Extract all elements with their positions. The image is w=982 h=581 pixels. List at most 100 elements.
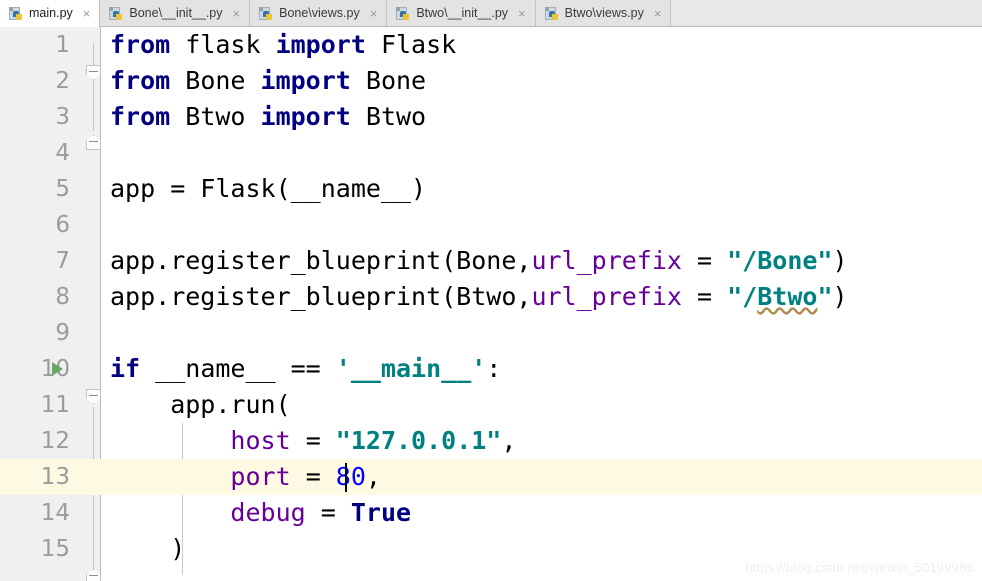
token-keyword: from bbox=[110, 30, 171, 59]
code-editor[interactable]: 1 from flask import Flask 2 from Bone im… bbox=[0, 27, 982, 581]
token-name: Flask bbox=[365, 30, 457, 59]
token-call: app.register_blueprint(Bone, bbox=[110, 246, 532, 275]
code-line-row[interactable]: 4 bbox=[0, 135, 982, 171]
token-module: Btwo bbox=[170, 102, 261, 131]
line-number: 2 bbox=[55, 68, 70, 94]
code-lines: 1 from flask import Flask 2 from Bone im… bbox=[0, 27, 982, 581]
code-line-row[interactable]: 7 app.register_blueprint(Bone,url_prefix… bbox=[0, 243, 982, 279]
token-name: __name__ == bbox=[140, 354, 336, 383]
editor-tab-bar: main.py × Bone\__init__.py × Bone\views.… bbox=[0, 0, 982, 27]
token-string: '__main__' bbox=[335, 354, 487, 383]
code-text: app = Flask(__name__) bbox=[110, 174, 427, 203]
token-string: "/Btwo" bbox=[727, 282, 833, 311]
code-text: from Bone import Bone bbox=[110, 63, 426, 99]
python-file-icon bbox=[396, 6, 411, 21]
tab-btwo-init-py[interactable]: Btwo\__init__.py × bbox=[387, 0, 536, 26]
token-named-arg: debug bbox=[230, 498, 306, 527]
line-number: 12 bbox=[40, 428, 70, 454]
code-text: debug = True bbox=[110, 495, 411, 531]
line-number: 15 bbox=[40, 536, 70, 562]
token-keyword: import bbox=[275, 30, 366, 59]
tab-label: Btwo\views.py bbox=[564, 5, 644, 20]
line-number: 8 bbox=[55, 284, 70, 310]
code-text: from flask import Flask bbox=[110, 27, 456, 63]
token-paren: ) bbox=[832, 282, 848, 311]
python-file-icon bbox=[9, 6, 24, 21]
tab-label: Bone\views.py bbox=[279, 5, 360, 20]
tab-label: Btwo\__init__.py bbox=[416, 5, 509, 20]
token-keyword: if bbox=[110, 354, 141, 383]
token-named-arg: url_prefix bbox=[531, 246, 682, 275]
python-file-icon bbox=[109, 6, 124, 21]
code-text: ) bbox=[110, 534, 186, 563]
token-keyword: import bbox=[260, 102, 351, 131]
code-line-row[interactable]: 11 app.run( bbox=[0, 387, 982, 423]
token-operator: = bbox=[290, 426, 336, 455]
code-line-row[interactable]: 10 if __name__ == '__main__': bbox=[0, 351, 982, 387]
close-icon[interactable]: × bbox=[368, 7, 380, 20]
tab-label: main.py bbox=[29, 5, 73, 20]
token-module: flask bbox=[170, 30, 276, 59]
code-line-row[interactable]: 5 app = Flask(__name__) bbox=[0, 171, 982, 207]
code-line-row[interactable]: 14 debug = True bbox=[0, 495, 982, 531]
tab-bone-init-py[interactable]: Bone\__init__.py × bbox=[100, 0, 251, 26]
token-comma: , bbox=[501, 426, 517, 455]
close-icon[interactable]: × bbox=[652, 7, 664, 20]
line-number: 11 bbox=[40, 392, 70, 418]
token-keyword: from bbox=[110, 66, 171, 95]
python-file-icon bbox=[259, 6, 274, 21]
code-line-row[interactable]: 12 host = "127.0.0.1", bbox=[0, 423, 982, 459]
tab-bone-views-py[interactable]: Bone\views.py × bbox=[250, 0, 388, 26]
watermark: https://blog.csdn.net/weixin_50199986 bbox=[745, 560, 974, 575]
token-comma: , bbox=[365, 462, 381, 491]
code-line-row[interactable]: 6 bbox=[0, 207, 982, 243]
token-operator: = bbox=[290, 462, 336, 491]
code-line-row[interactable]: 3 from Btwo import Btwo bbox=[0, 99, 982, 135]
code-text: port = 80, bbox=[110, 459, 381, 495]
line-number: 9 bbox=[55, 320, 70, 346]
tab-label: Bone\__init__.py bbox=[129, 5, 223, 20]
tab-bar-empty-space bbox=[671, 0, 982, 26]
run-gutter-icon[interactable] bbox=[52, 362, 63, 376]
line-number: 13 bbox=[40, 464, 70, 490]
code-text: host = "127.0.0.1", bbox=[110, 423, 516, 459]
token-named-arg: port bbox=[230, 462, 291, 491]
token-operator: = bbox=[681, 282, 728, 311]
code-line-row[interactable]: 9 bbox=[0, 315, 982, 351]
token-string: "127.0.0.1" bbox=[335, 426, 502, 455]
code-text: app.register_blueprint(Bone,url_prefix =… bbox=[110, 243, 848, 279]
code-line-row[interactable]: 2 from Bone import Bone bbox=[0, 63, 982, 99]
text-cursor bbox=[345, 463, 347, 492]
token-name: Bone bbox=[350, 66, 427, 95]
code-text: app.run( bbox=[110, 390, 291, 419]
line-number: 1 bbox=[55, 32, 70, 58]
token-string: "/Bone" bbox=[727, 246, 833, 275]
line-number: 7 bbox=[55, 248, 70, 274]
token-operator: = bbox=[305, 498, 351, 527]
close-icon[interactable]: × bbox=[231, 7, 243, 20]
line-number: 14 bbox=[40, 500, 70, 526]
python-file-icon bbox=[544, 6, 560, 21]
line-number: 5 bbox=[55, 176, 70, 202]
token-keyword: from bbox=[110, 102, 171, 131]
token-keyword: True bbox=[350, 498, 412, 527]
token-operator: = bbox=[681, 246, 728, 275]
code-text: app.register_blueprint(Btwo,url_prefix =… bbox=[110, 279, 848, 315]
tab-btwo-views-py[interactable]: Btwo\views.py × bbox=[535, 0, 672, 26]
token-paren: ) bbox=[832, 246, 848, 275]
token-named-arg: host bbox=[230, 426, 291, 455]
token-module: Bone bbox=[170, 66, 261, 95]
code-line-row[interactable]: 8 app.register_blueprint(Btwo,url_prefix… bbox=[0, 279, 982, 315]
token-call: app.register_blueprint(Btwo, bbox=[110, 282, 532, 311]
line-number: 6 bbox=[55, 212, 70, 238]
code-line-row[interactable]: 1 from flask import Flask bbox=[0, 27, 982, 63]
close-icon[interactable]: × bbox=[81, 7, 93, 20]
line-number: 3 bbox=[55, 104, 70, 130]
token-colon: : bbox=[486, 354, 502, 383]
tab-main-py[interactable]: main.py × bbox=[0, 0, 101, 27]
code-line-row-current[interactable]: 13 port = 80, bbox=[0, 459, 982, 495]
line-number: 4 bbox=[55, 140, 70, 166]
code-text: from Btwo import Btwo bbox=[110, 99, 426, 135]
close-icon[interactable]: × bbox=[516, 7, 528, 20]
